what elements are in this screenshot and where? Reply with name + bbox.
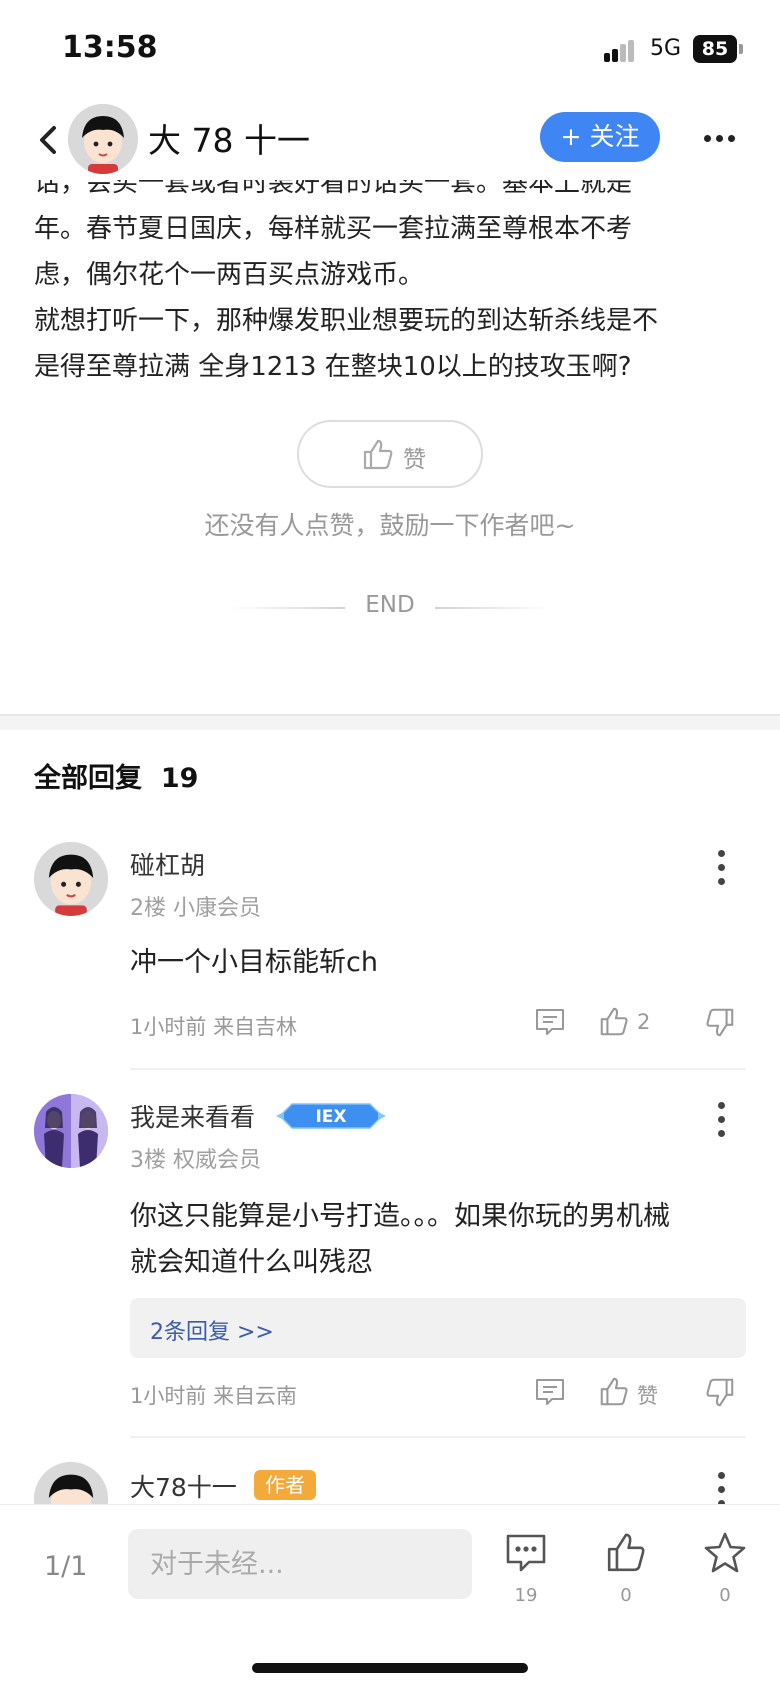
back-chevron-icon[interactable] <box>34 122 64 158</box>
status-bar: 13:58 5G 85 <box>0 0 780 100</box>
star-icon[interactable] <box>702 1531 748 1575</box>
author-badge: 作者 <box>254 1470 316 1500</box>
reply-text: 冲一个小目标能斩ch <box>130 940 750 986</box>
reply-location: 来自云南 <box>213 1384 298 1408</box>
replies-count: 19 <box>160 763 199 794</box>
reply-like-count: 2 <box>637 1010 651 1034</box>
reply-text: 你这只能算是小号打造。。。如果你玩的男机械 就会知道什么叫残忍 <box>130 1194 750 1286</box>
home-indicator <box>252 1663 528 1673</box>
thumbs-up-icon <box>363 439 393 470</box>
reply-text-line: 冲一个小目标能斩ch <box>130 947 378 978</box>
section-divider <box>0 714 780 730</box>
like-post-label: 赞 <box>403 447 426 473</box>
author-name[interactable]: 大 78 十一 <box>148 114 310 162</box>
replies-title: 全部回复 19 <box>34 756 198 795</box>
reply-username[interactable]: 大78十一 <box>130 1468 237 1504</box>
reply-timestamp: 1小时前 <box>130 1384 207 1408</box>
reply-meta: 3楼 权威会员 <box>130 1142 261 1174</box>
reply-text-line: 你这只能算是小号打造。。。如果你玩的男机械 <box>130 1201 670 1232</box>
thumbs-up-icon[interactable] <box>598 1006 630 1038</box>
end-line-right <box>435 607 550 609</box>
level-badge: IEX <box>276 1102 386 1130</box>
reply-like-label: 赞 <box>637 1384 658 1408</box>
thumbs-up-icon[interactable] <box>603 1531 649 1575</box>
reply-avatar[interactable] <box>34 1094 108 1168</box>
reply-username[interactable]: 碰杠胡 <box>130 846 205 882</box>
reply-time: 1小时前 来自云南 <box>130 1380 297 1410</box>
thumbs-up-icon[interactable] <box>598 1376 630 1408</box>
reply-level: 权威会员 <box>173 1148 262 1173</box>
reply-floor: 3楼 <box>130 1148 166 1173</box>
more-dots-icon[interactable] <box>700 128 740 148</box>
comment-icon[interactable] <box>534 1376 566 1408</box>
page-indicator[interactable]: 1/1 <box>44 1551 87 1582</box>
reply-text-line: 就会知道什么叫残忍 <box>130 1247 373 1278</box>
signal-icon <box>604 38 644 62</box>
reply-separator <box>130 1436 746 1438</box>
post-header: 大 78 十一 + 关注 <box>0 100 780 180</box>
reply-separator <box>130 1068 746 1070</box>
post-line: 是得至尊拉满 全身1213 在整块10以上的技攻玉啊? <box>34 352 632 382</box>
comment-input[interactable] <box>128 1529 472 1599</box>
sub-replies-link[interactable]: 2条回复 >> <box>130 1298 746 1358</box>
battery-tip <box>739 44 743 54</box>
sub-replies-label: 2条回复 >> <box>150 1320 274 1345</box>
reply-username[interactable]: 我是来看看 <box>130 1098 255 1134</box>
reply-timestamp: 1小时前 <box>130 1015 207 1039</box>
reply-more-icon[interactable] <box>714 1100 730 1140</box>
comment-icon[interactable] <box>534 1006 566 1038</box>
reply-time: 1小时前 来自吉林 <box>130 1011 297 1041</box>
like-post-button[interactable]: 赞 <box>297 420 483 488</box>
end-marker: END <box>0 592 780 622</box>
reply-meta: 2楼 小康会员 <box>130 890 261 922</box>
thumbs-down-icon[interactable] <box>704 1376 736 1408</box>
follow-button[interactable]: + 关注 <box>540 112 660 162</box>
author-avatar[interactable] <box>68 104 138 174</box>
post-line: 虑，偶尔花个一两百买点游戏币。 <box>34 260 425 290</box>
reply-location: 来自吉林 <box>213 1015 298 1039</box>
comment-icon[interactable] <box>504 1531 548 1575</box>
bottom-bar: 1/1 19 0 0 <box>0 1504 780 1688</box>
favorite-count: 0 <box>719 1585 731 1606</box>
status-time: 13:58 <box>62 30 158 65</box>
post-line: 年。春节夏日国庆，每样就买一套拉满至尊根本不考 <box>34 214 633 244</box>
level-badge-label: IEX <box>315 1107 346 1127</box>
battery-icon: 85 <box>693 35 737 63</box>
replies-label: 全部回复 <box>34 763 142 794</box>
like-hint: 还没有人点赞，鼓励一下作者吧~ <box>204 511 576 540</box>
post-line: 就想打听一下，那种爆发职业想要玩的到达斩杀线是不 <box>34 306 659 336</box>
reply-level: 小康会员 <box>173 896 262 921</box>
network-label: 5G <box>650 36 682 61</box>
reply-floor: 2楼 <box>130 896 166 921</box>
thumbs-down-icon[interactable] <box>704 1006 736 1038</box>
like-count: 0 <box>620 1585 632 1606</box>
end-label: END <box>365 592 415 618</box>
post-body: 话，会买一套或者时装好看的话买一套。基本上就是 年。春节夏日国庆，每样就买一套拉… <box>34 160 746 390</box>
reply-more-icon[interactable] <box>714 848 730 888</box>
end-line-left <box>230 607 345 609</box>
comment-count: 19 <box>514 1585 538 1606</box>
reply-avatar[interactable] <box>34 842 108 916</box>
